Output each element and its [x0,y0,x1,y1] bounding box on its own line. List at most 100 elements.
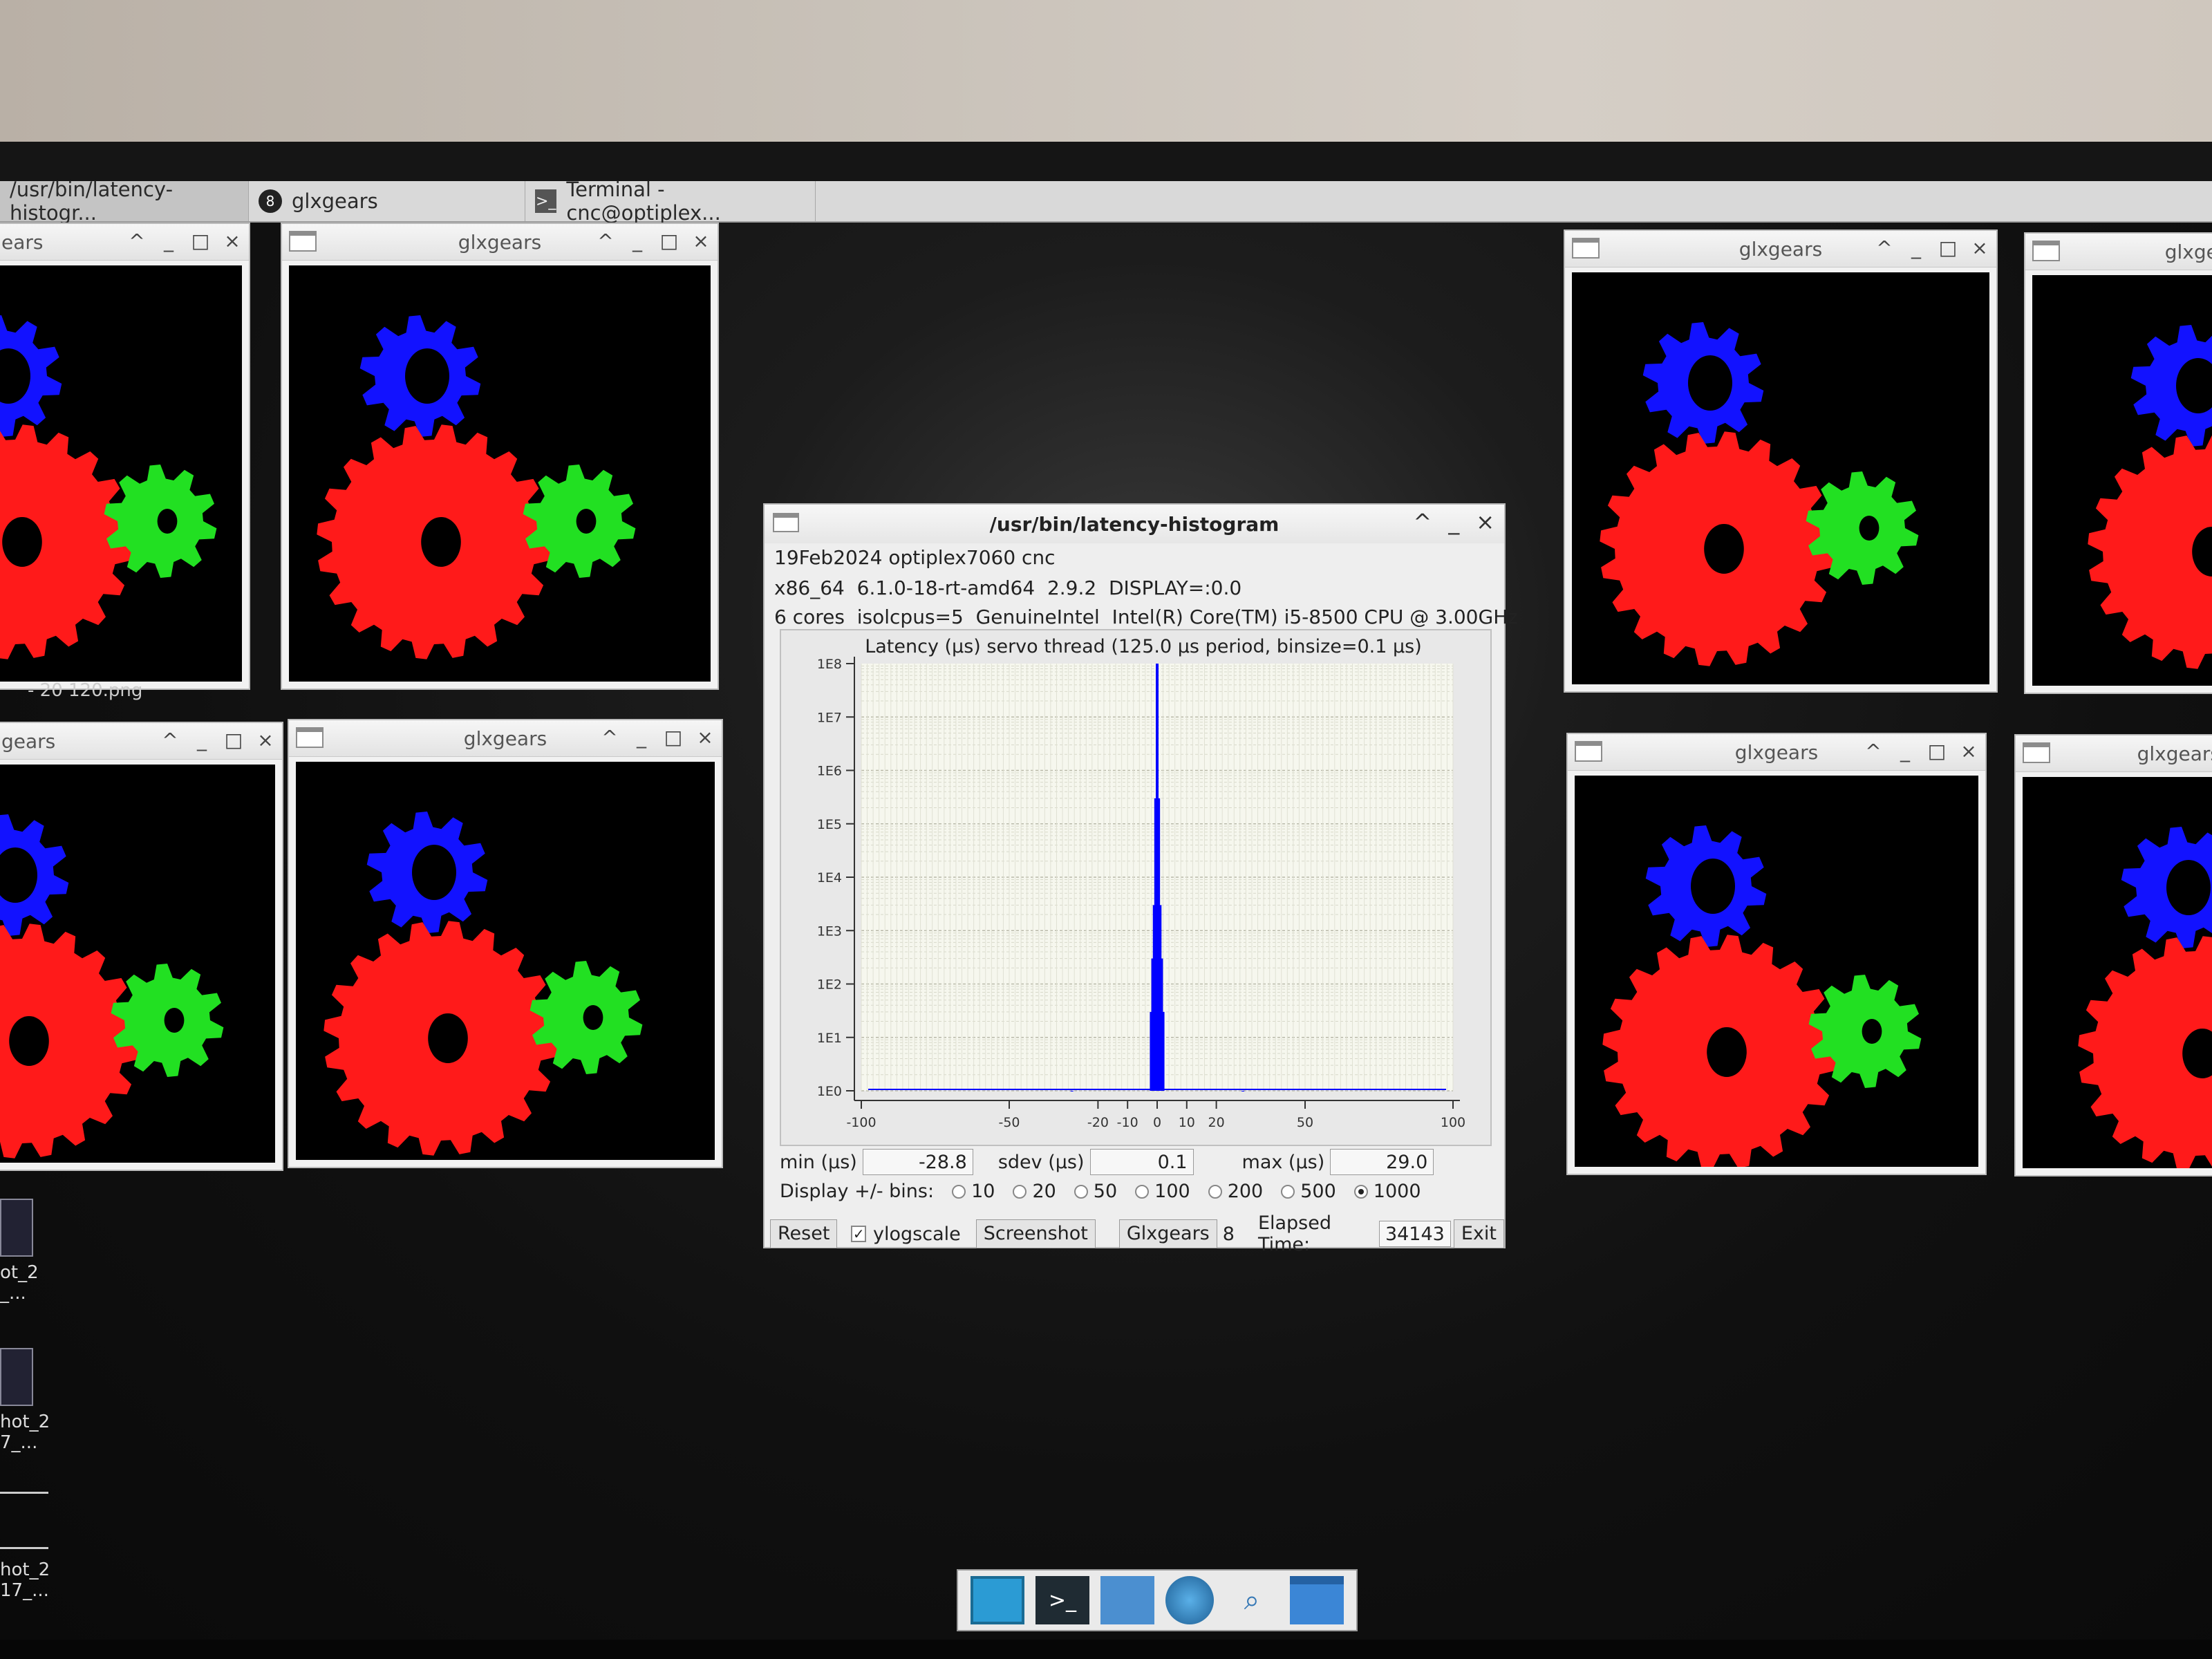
shade-icon[interactable]: ^ [127,229,147,252]
taskbar-tab-terminal[interactable]: >_ Terminal - cnc@optiplex... [525,178,816,225]
search-icon[interactable]: ⌕ [1225,1576,1279,1624]
glxgears-button[interactable]: Glxgears [1118,1219,1217,1248]
maximize-icon[interactable]: □ [1938,236,1958,259]
minimize-icon[interactable]: _ [632,726,651,749]
histogram-plot: Latency (µs) servo thread (125.0 µs peri… [780,629,1492,1146]
gears-canvas [2032,275,2212,686]
bins-radio-1000[interactable] [1353,1184,1368,1199]
x-tick-label: 10 [1179,1115,1195,1130]
shade-icon[interactable]: ^ [600,726,619,749]
ylogscale-checkbox[interactable]: ✓ [851,1226,867,1242]
window-menu-icon[interactable] [773,513,799,532]
web-browser-icon[interactable] [1165,1576,1214,1624]
window-titlebar[interactable]: glxgears ^ _ □ × [282,224,718,261]
bins-radio-500[interactable] [1281,1184,1295,1199]
screenshot-button[interactable]: Screenshot [975,1219,1096,1248]
glxgears-window[interactable]: glxgears ^ _ □ × [281,223,719,690]
y-tick-label: 1E6 [817,764,842,779]
window-menu-icon[interactable] [289,231,317,252]
bins-option-label: 500 [1300,1181,1336,1202]
close-icon[interactable]: × [223,229,242,252]
close-icon[interactable]: × [1970,236,1989,259]
gears-canvas [296,762,715,1160]
bins-radio-10[interactable] [952,1184,966,1199]
terminal-icon[interactable]: >_ [1035,1576,1089,1624]
window-titlebar[interactable]: glxgears ^ _ □ × [1568,734,1985,771]
bins-option-label: 100 [1154,1181,1190,1202]
room-wall [0,0,2212,149]
histogram-chart: Latency (µs) servo thread (125.0 µs peri… [817,636,1465,1130]
close-icon[interactable]: × [1476,509,1494,535]
maximize-icon[interactable]: □ [224,729,243,751]
window-titlebar[interactable]: /usr/bin/latency-histogram ^ _ × [765,505,1504,543]
window-titlebar[interactable]: glxgears [2016,735,2212,772]
exit-button[interactable]: Exit [1453,1219,1504,1248]
window-title: glxgears [463,727,547,750]
desktop-icon-label: hot_2 [0,1412,50,1432]
dock: >_ ⌕ [957,1569,1358,1631]
gears-canvas [2023,777,2212,1168]
taskbar-tab-latency-histogram[interactable]: /usr/bin/latency-histogr... [0,178,249,225]
shade-icon[interactable]: ^ [1864,740,1883,762]
gears-canvas [1575,776,1978,1167]
window-titlebar[interactable]: gears ^ _ □ × [0,723,282,760]
shade-icon[interactable]: ^ [596,229,615,252]
desktop-icon-caption: - 20 120.png [28,680,143,701]
close-icon[interactable]: × [691,229,711,252]
glxgears-window[interactable]: glxgea [2024,232,2212,694]
maximize-icon[interactable]: □ [191,229,210,252]
glxgears-window[interactable]: glxgears ^ _ □ × [1564,229,1998,693]
bins-radio-20[interactable] [1013,1184,1027,1199]
glxgears-window[interactable]: ears ^ _ □ × [0,223,250,690]
y-tick-label: 1E3 [817,924,842,939]
desktop-icon-screenshot[interactable]: ot_2 _... [0,1199,48,1304]
window-titlebar[interactable]: ears ^ _ □ × [0,224,249,261]
window-titlebar[interactable]: glxgea [2025,234,2212,270]
desktop-icon-screenshot[interactable]: hot_2 7_... [0,1348,50,1453]
y-tick-label: 1E4 [817,870,842,885]
minimize-icon[interactable]: _ [159,229,178,252]
close-icon[interactable]: × [256,729,275,751]
window-menu-icon[interactable] [296,727,324,748]
glxgears-window[interactable]: gears ^ _ □ × [0,722,283,1171]
window-menu-icon[interactable] [1572,238,1600,259]
window-title: glxgears [458,230,542,254]
minimize-icon[interactable]: _ [1906,236,1926,259]
glxgears-window[interactable]: glxgears [2014,734,2212,1177]
window-menu-icon[interactable] [2032,241,2060,261]
reset-button[interactable]: Reset [770,1219,838,1248]
minimize-icon[interactable]: _ [1895,740,1915,762]
shade-icon[interactable]: ^ [160,729,180,751]
maximize-icon[interactable]: □ [1927,740,1947,762]
minimize-icon[interactable]: _ [1448,509,1459,535]
window-title: gears [1,729,56,753]
bins-radio-50[interactable] [1074,1184,1088,1199]
desktop-icon-label: ot_2 [0,1262,39,1283]
shade-icon[interactable]: ^ [1413,509,1432,535]
glxgears-window[interactable]: glxgears ^ _ □ × [288,719,723,1168]
window-menu-icon[interactable] [1575,741,1602,762]
maximize-icon[interactable]: □ [659,229,679,252]
window-title: glxgears [1734,740,1819,764]
show-desktop-icon[interactable] [971,1576,1024,1624]
window-titlebar[interactable]: glxgears ^ _ □ × [289,720,722,757]
minimize-icon[interactable]: _ [192,729,212,751]
glxgears-window[interactable]: glxgears ^ _ □ × [1566,733,1987,1175]
file-manager-icon[interactable] [1100,1576,1154,1624]
minimize-icon[interactable]: _ [628,229,647,252]
red-gear-hole [428,1013,468,1063]
close-icon[interactable]: × [1959,740,1978,762]
task-label: Terminal - cnc@optiplex... [566,178,721,225]
maximize-icon[interactable]: □ [664,726,683,749]
folder-icon[interactable] [1290,1576,1344,1624]
window-menu-icon[interactable] [2023,742,2050,763]
latency-histogram-window[interactable]: /usr/bin/latency-histogram ^ _ × 19Feb2024… [763,503,1518,1255]
shade-icon[interactable]: ^ [1875,236,1894,259]
window-titlebar[interactable]: glxgears ^ _ □ × [1565,231,1996,268]
desktop-icon-screenshot[interactable]: hot_2 17_... [0,1559,50,1601]
y-tick-label: 1E2 [817,977,842,993]
bins-radio-200[interactable] [1208,1184,1222,1199]
close-icon[interactable]: × [695,726,715,749]
bins-radio-100[interactable] [1135,1184,1150,1199]
taskbar-tab-glxgears[interactable]: 8 glxgears [249,181,525,221]
